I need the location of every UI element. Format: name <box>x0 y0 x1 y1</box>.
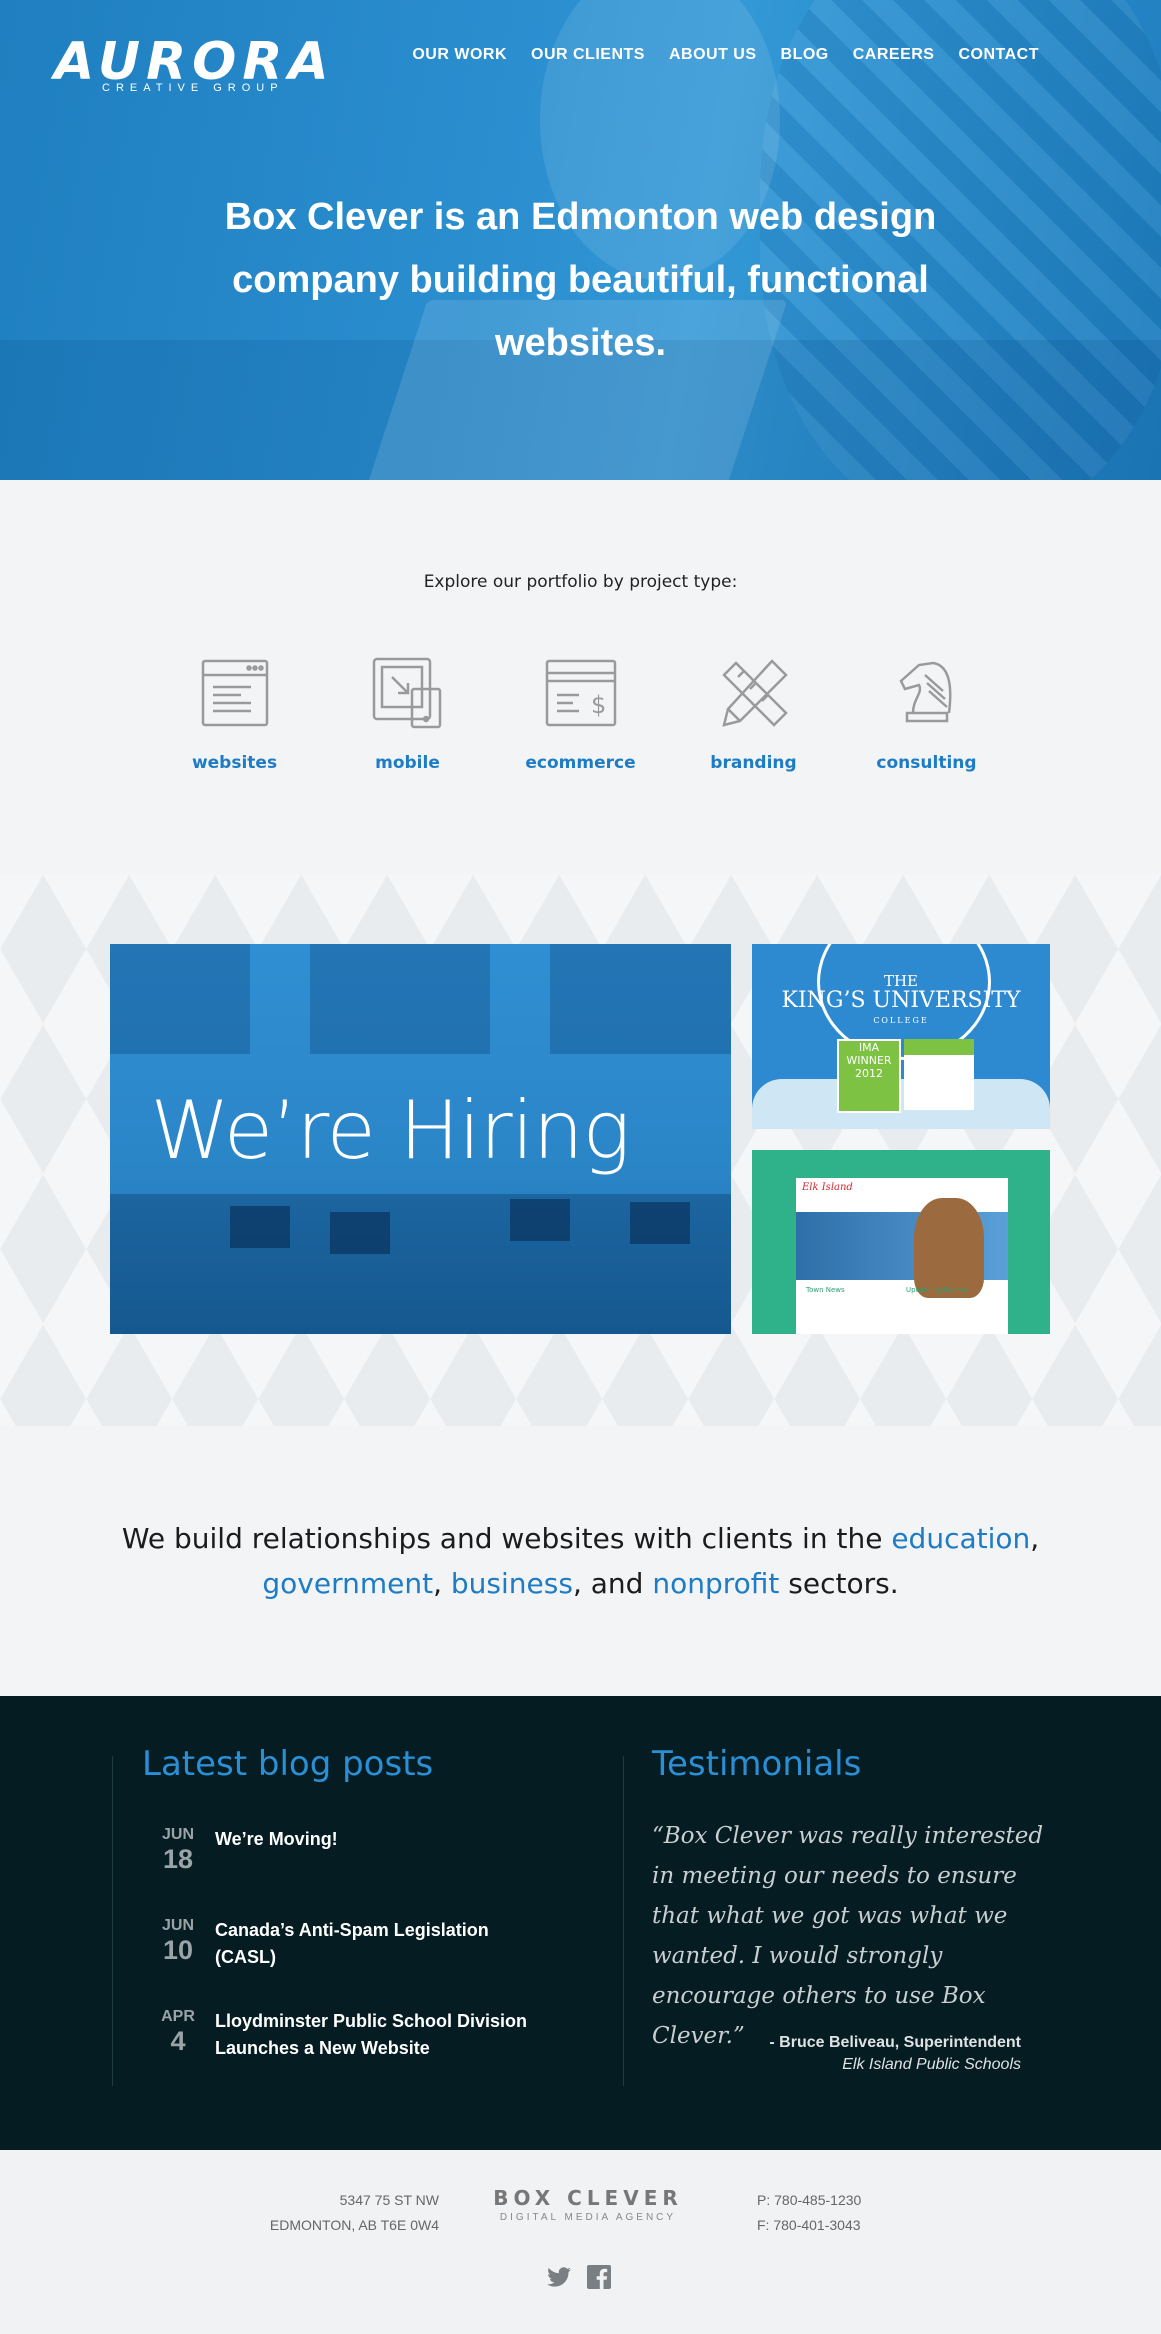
blog-testimonials-band: Latest blog posts JUN 18 We’re Moving! J… <box>0 1696 1161 2150</box>
post-day: 4 <box>170 2026 186 2056</box>
site-screenshot-logo: Elk Island <box>802 1182 853 1193</box>
kings-text-name: KING’S UNIVERSITY <box>781 988 1021 1013</box>
sectors-and: , and <box>572 1567 653 1600</box>
portfolio-type-label: ecommerce <box>525 753 636 773</box>
site-footer: 5347 75 ST NW EDMONTON, AB T6E 0W4 BOX C… <box>0 2150 1161 2334</box>
social-links <box>546 2264 612 2290</box>
footer-brand: BOX CLEVER <box>493 2186 683 2210</box>
nav-contact[interactable]: CONTACT <box>958 46 1039 64</box>
office-monitor <box>330 1212 390 1254</box>
portfolio-types: websites mobile $ ecommerce branding con… <box>148 655 1013 773</box>
project-thumb-school-site[interactable]: Elk Island Town News Upcoming Events <box>752 1150 1050 1334</box>
svg-text:$: $ <box>591 691 606 719</box>
portfolio-type-websites[interactable]: websites <box>148 655 321 773</box>
mobile-devices-icon <box>372 657 441 729</box>
footer-contact: P: 780-485-1230 F: 780-401-3043 <box>757 2188 861 2238</box>
divider-line <box>623 1756 624 2086</box>
footer-logo[interactable]: BOX CLEVER DIGITAL MEDIA AGENCY <box>478 2186 698 2223</box>
featured-section: We’re Hiring THE KING’S UNIVERSITY COLLE… <box>0 874 1161 1426</box>
logo-wordmark: AURORA <box>54 32 335 92</box>
footer-phone: P: 780-485-1230 <box>757 2192 862 2208</box>
sectors-prefix: We build relationships and websites with… <box>121 1522 892 1555</box>
post-title: Canada’s Anti-Spam Legislation (CASL) <box>215 1920 489 1967</box>
credit-card-icon: $ <box>545 659 616 727</box>
sector-link-government[interactable]: government <box>262 1567 433 1600</box>
footer-fax: F: 780-401-3043 <box>757 2217 861 2233</box>
site-logo[interactable]: AURORA CREATIVE GROUP <box>54 36 335 94</box>
office-monitor <box>510 1199 570 1241</box>
office-window <box>110 944 250 1054</box>
hiring-text: We’re Hiring <box>150 1084 630 1177</box>
hiring-banner[interactable]: We’re Hiring <box>110 944 731 1334</box>
office-monitor <box>230 1206 290 1248</box>
post-month: JUN <box>161 1917 194 1934</box>
post-title: Lloydminster Public School Division Laun… <box>215 2011 528 2058</box>
award-certificate <box>904 1039 974 1110</box>
post-day: 18 <box>162 1844 194 1874</box>
portfolio-type-label: mobile <box>375 753 440 773</box>
portfolio-type-ecommerce[interactable]: $ ecommerce <box>494 655 667 773</box>
testimonial-author: - Bruce Beliveau, Superintendent <box>769 2034 1021 2051</box>
post-day: 10 <box>162 1935 194 1965</box>
post-month: APR <box>161 2008 195 2025</box>
portfolio-intro: Explore our portfolio by project type: <box>423 572 738 592</box>
office-monitor <box>630 1202 690 1244</box>
project-thumb-kings-university[interactable]: THE KING’S UNIVERSITY COLLEGE IMA WINNER… <box>752 944 1050 1129</box>
portfolio-type-label: branding <box>710 753 797 773</box>
hero-headline: Box Clever is an Edmonton web design com… <box>224 196 937 364</box>
footer-tagline: DIGITAL MEDIA AGENCY <box>499 2212 677 2223</box>
sector-link-business[interactable]: business <box>451 1567 573 1600</box>
sectors-comma: , <box>433 1567 451 1600</box>
nav-our-work[interactable]: OUR WORK <box>412 46 507 64</box>
nav-our-clients[interactable]: OUR CLIENTS <box>531 46 645 64</box>
kings-text-college: COLLEGE <box>873 1016 929 1025</box>
sector-link-nonprofit[interactable]: nonprofit <box>652 1567 779 1600</box>
portfolio-type-branding[interactable]: branding <box>667 655 840 773</box>
twitter-link[interactable] <box>546 2264 572 2290</box>
sectors-suffix: sectors. <box>779 1567 899 1600</box>
nav-blog[interactable]: BLOG <box>781 46 829 64</box>
office-window <box>310 944 490 1054</box>
sectors-statement: We build relationships and websites with… <box>0 1516 1161 1606</box>
testimonials-heading: Testimonials <box>652 1744 862 1784</box>
main-nav: OUR WORK OUR CLIENTS ABOUT US BLOG CAREE… <box>412 46 1039 64</box>
hero-banner: AURORA CREATIVE GROUP OUR WORK OUR CLIEN… <box>0 0 1161 480</box>
facebook-link[interactable] <box>586 2264 612 2290</box>
facebook-icon <box>586 2264 612 2290</box>
chess-knight-icon <box>898 661 951 723</box>
address-line-1: 5347 75 ST NW <box>339 2192 439 2208</box>
portfolio-type-label: consulting <box>876 753 977 773</box>
twitter-icon <box>546 2264 572 2290</box>
nav-about-us[interactable]: ABOUT US <box>669 46 757 64</box>
post-month: JUN <box>161 1826 194 1843</box>
testimonial-quote: “Box Clever was really interested in mee… <box>652 1823 1044 2049</box>
site-col-news: Town News <box>806 1286 845 1294</box>
site-screenshot: Elk Island Town News Upcoming Events <box>796 1178 1008 1334</box>
blog-heading: Latest blog posts <box>142 1744 434 1784</box>
mascot-figure <box>914 1198 984 1298</box>
office-window <box>550 944 731 1054</box>
portfolio-type-consulting[interactable]: consulting <box>840 655 1013 773</box>
ima-award-badge: IMA WINNER 2012 <box>837 1039 901 1113</box>
portfolio-type-label: websites <box>191 753 278 773</box>
ruler-pencil-icon <box>721 659 788 727</box>
sector-link-education[interactable]: education <box>891 1522 1030 1555</box>
kings-clouds <box>752 1079 1050 1129</box>
address-line-2: EDMONTON, AB T6E 0W4 <box>269 2217 439 2233</box>
site-col-events: Upcoming Events <box>906 1286 968 1294</box>
nav-careers[interactable]: CAREERS <box>853 46 935 64</box>
footer-address: 5347 75 ST NW EDMONTON, AB T6E 0W4 <box>270 2188 439 2238</box>
portfolio-type-mobile[interactable]: mobile <box>321 655 494 773</box>
browser-window-icon <box>201 659 268 727</box>
post-title: We’re Moving! <box>215 1829 338 1849</box>
testimonial-organization: Elk Island Public Schools <box>842 2056 1021 2073</box>
sectors-comma: , <box>1030 1522 1040 1555</box>
divider-line <box>112 1756 113 2086</box>
